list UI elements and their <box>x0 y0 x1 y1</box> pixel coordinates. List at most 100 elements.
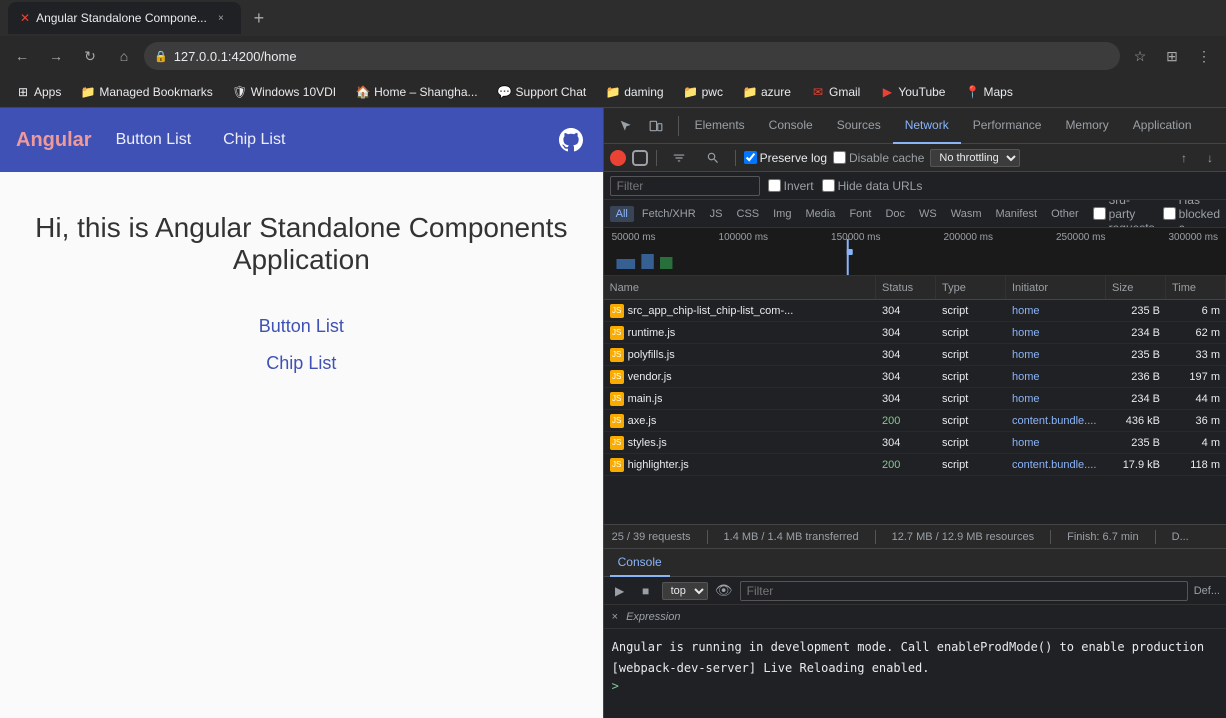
inspect-icon[interactable] <box>612 112 640 140</box>
bookmark-managed[interactable]: 📁 Managed Bookmarks <box>73 83 220 101</box>
console-top-select[interactable]: top <box>662 582 708 600</box>
td-initiator[interactable]: home <box>1006 322 1106 343</box>
th-status[interactable]: Status <box>876 276 936 299</box>
invert-checkbox-label[interactable]: Invert <box>768 179 814 193</box>
preserve-log-checkbox[interactable] <box>744 151 757 164</box>
type-btn-fetch-xhr[interactable]: Fetch/XHR <box>636 206 702 222</box>
td-initiator[interactable]: content.bundle.... <box>1006 454 1106 475</box>
extension-button[interactable]: ⊞ <box>1158 42 1186 70</box>
console-tab-label[interactable]: Console <box>610 549 670 577</box>
button-list-nav-link[interactable]: Button List <box>108 127 200 153</box>
type-btn-manifest[interactable]: Manifest <box>990 206 1044 222</box>
table-row[interactable]: JS styles.js 304 script home 235 B 4 m <box>604 432 1226 454</box>
type-btn-doc[interactable]: Doc <box>879 206 911 222</box>
has-blocked-label[interactable]: Has blocked c... <box>1163 200 1220 228</box>
type-btn-other[interactable]: Other <box>1045 206 1085 222</box>
bookmark-apps[interactable]: ⊞ Apps <box>8 83 69 101</box>
tab-close-btn[interactable]: × <box>213 10 229 26</box>
td-initiator[interactable]: home <box>1006 300 1106 321</box>
menu-button[interactable]: ⋮ <box>1190 42 1218 70</box>
console-run-icon[interactable]: ▶ <box>610 581 630 601</box>
browser-tab-active[interactable]: ✕ Angular Standalone Compone... × <box>8 2 241 34</box>
chip-list-nav-link[interactable]: Chip List <box>215 127 293 153</box>
tab-network[interactable]: Network <box>893 108 961 144</box>
console-stop-icon[interactable]: ■ <box>636 581 656 601</box>
hide-data-urls-checkbox-label[interactable]: Hide data URLs <box>822 179 923 193</box>
bookmark-windows10vdi[interactable]: 🛡 Windows 10VDI <box>225 83 344 101</box>
bookmark-pwc[interactable]: 📁 pwc <box>676 83 731 101</box>
expression-close-btn[interactable]: × <box>612 611 618 623</box>
tab-memory[interactable]: Memory <box>1053 108 1120 144</box>
console-line: [webpack-dev-server] Live Reloading enab… <box>612 658 1218 679</box>
button-list-content-link[interactable]: Button List <box>259 316 344 337</box>
type-btn-img[interactable]: Img <box>767 206 797 222</box>
table-row[interactable]: JS vendor.js 304 script home 236 B 197 m <box>604 366 1226 388</box>
td-time: 33 m <box>1166 344 1226 365</box>
hide-data-urls-checkbox[interactable] <box>822 179 835 192</box>
tab-application[interactable]: Application <box>1121 108 1204 144</box>
td-initiator[interactable]: home <box>1006 366 1106 387</box>
type-btn-media[interactable]: Media <box>799 206 841 222</box>
td-initiator[interactable]: home <box>1006 432 1106 453</box>
github-icon[interactable] <box>555 124 587 156</box>
th-size[interactable]: Size <box>1106 276 1166 299</box>
throttle-select[interactable]: No throttling <box>930 149 1020 167</box>
table-row[interactable]: JS polyfills.js 304 script home 235 B 33… <box>604 344 1226 366</box>
bookmark-azure-label: azure <box>761 85 791 99</box>
bookmark-azure[interactable]: 📁 azure <box>735 83 799 101</box>
td-initiator[interactable]: home <box>1006 388 1106 409</box>
chip-list-content-link[interactable]: Chip List <box>266 353 336 374</box>
type-btn-font[interactable]: Font <box>843 206 877 222</box>
has-blocked-checkbox[interactable] <box>1163 207 1176 220</box>
import-har-icon[interactable]: ↑ <box>1174 148 1194 168</box>
type-btn-css[interactable]: CSS <box>731 206 766 222</box>
type-btn-js[interactable]: JS <box>704 206 729 222</box>
tab-performance[interactable]: Performance <box>961 108 1054 144</box>
table-row[interactable]: JS highlighter.js 200 script content.bun… <box>604 454 1226 476</box>
new-tab-button[interactable]: + <box>245 4 273 32</box>
table-row[interactable]: JS runtime.js 304 script home 234 B 62 m <box>604 322 1226 344</box>
preserve-log-checkbox-label[interactable]: Preserve log <box>744 151 827 165</box>
reload-button[interactable]: ↻ <box>76 42 104 70</box>
th-time[interactable]: Time <box>1166 276 1226 299</box>
disable-cache-checkbox-label[interactable]: Disable cache <box>833 151 924 165</box>
export-har-icon[interactable]: ↓ <box>1200 148 1220 168</box>
filter-input[interactable] <box>610 176 760 196</box>
device-toggle-icon[interactable] <box>642 112 670 140</box>
table-row[interactable]: JS main.js 304 script home 234 B 44 m <box>604 388 1226 410</box>
bookmark-maps[interactable]: 📍 Maps <box>957 83 1020 101</box>
address-bar[interactable]: 🔒 127.0.0.1:4200/home <box>144 42 1120 70</box>
th-initiator[interactable]: Initiator <box>1006 276 1106 299</box>
console-eye-icon[interactable]: 👁 <box>714 581 734 601</box>
third-party-checkbox-label[interactable]: 3rd-party requests <box>1093 200 1155 228</box>
tab-sources[interactable]: Sources <box>825 108 893 144</box>
bookmark-button[interactable]: ☆ <box>1126 42 1154 70</box>
tab-console[interactable]: Console <box>757 108 825 144</box>
bookmark-home-shanghai[interactable]: 🏠 Home – Shangha... <box>348 83 485 101</box>
filter-toggle-icon[interactable] <box>665 144 693 172</box>
stop-button[interactable] <box>632 150 648 166</box>
bookmark-youtube[interactable]: ▶ YouTube <box>872 83 953 101</box>
type-btn-all[interactable]: All <box>610 206 634 222</box>
record-button[interactable] <box>610 150 626 166</box>
back-button[interactable]: ← <box>8 42 36 70</box>
table-row[interactable]: JS src_app_chip-list_chip-list_com-... 3… <box>604 300 1226 322</box>
th-name[interactable]: Name <box>604 276 876 299</box>
forward-button[interactable]: → <box>42 42 70 70</box>
th-type[interactable]: Type <box>936 276 1006 299</box>
td-initiator[interactable]: home <box>1006 344 1106 365</box>
home-button[interactable]: ⌂ <box>110 42 138 70</box>
invert-checkbox[interactable] <box>768 179 781 192</box>
bookmark-support-chat[interactable]: 💬 Support Chat <box>490 83 595 101</box>
disable-cache-checkbox[interactable] <box>833 151 846 164</box>
td-initiator[interactable]: content.bundle.... <box>1006 410 1106 431</box>
type-btn-ws[interactable]: WS <box>913 206 943 222</box>
tab-elements[interactable]: Elements <box>683 108 757 144</box>
third-party-checkbox[interactable] <box>1093 207 1106 220</box>
bookmark-gmail[interactable]: ✉ Gmail <box>803 83 868 101</box>
search-network-icon[interactable] <box>699 144 727 172</box>
bookmark-daming[interactable]: 📁 daming <box>598 83 671 101</box>
type-btn-wasm[interactable]: Wasm <box>945 206 988 222</box>
table-row[interactable]: JS axe.js 200 script content.bundle.... … <box>604 410 1226 432</box>
console-filter-input[interactable] <box>740 581 1188 601</box>
